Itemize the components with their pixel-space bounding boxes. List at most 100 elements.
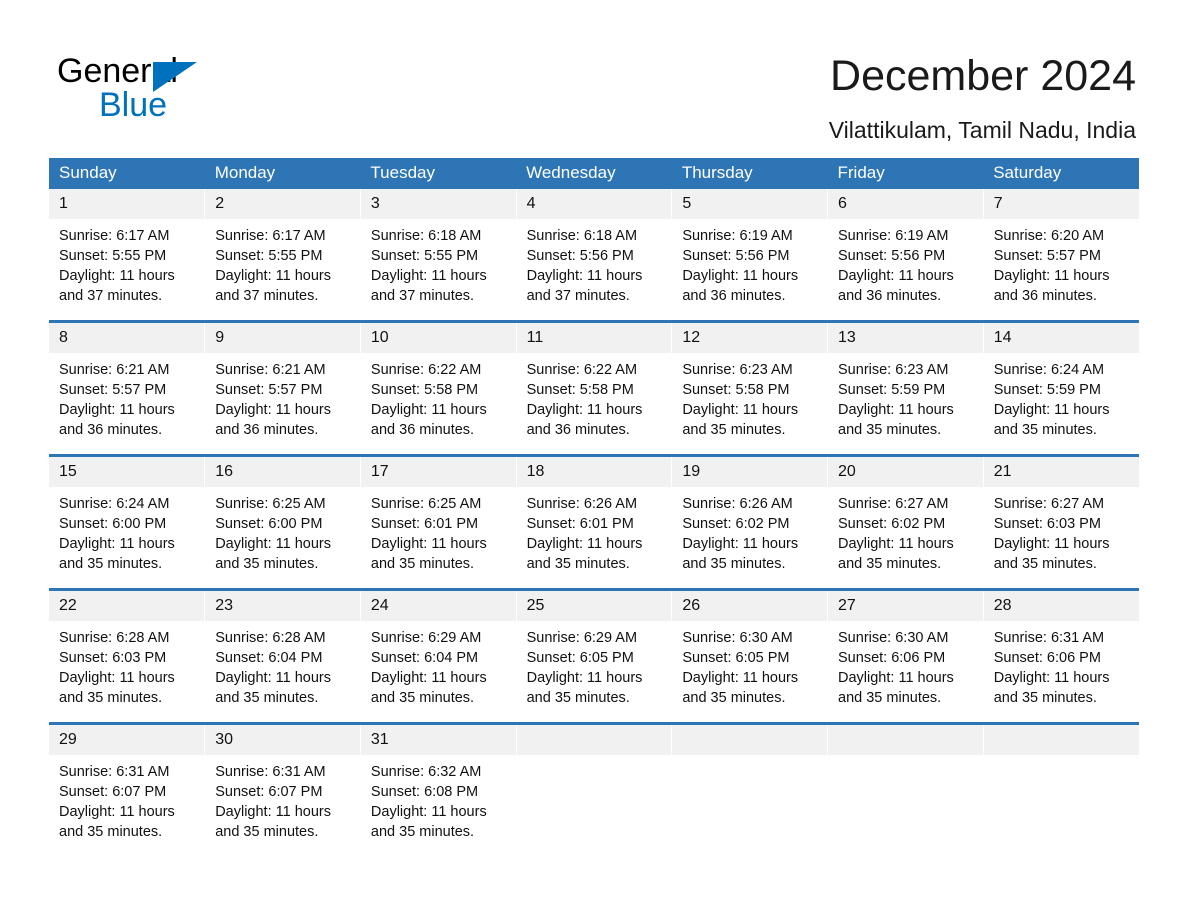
day-cell-empty [827,722,984,856]
daylight-text-line2: and 35 minutes. [682,422,786,438]
day-details: Sunrise: 6:29 AM Sunset: 6:05 PM Dayligh… [517,621,672,708]
daylight-text-line1: Daylight: 11 hours [526,268,643,284]
day-cell[interactable]: 3 Sunrise: 6:18 AM Sunset: 5:55 PM Dayli… [360,189,517,322]
daylight-text-line2: and 36 minutes. [838,288,942,304]
sunset-text: Sunset: 6:05 PM [526,650,634,666]
day-details: Sunrise: 6:19 AM Sunset: 5:56 PM Dayligh… [672,219,827,306]
day-cell[interactable]: 23 Sunrise: 6:28 AM Sunset: 6:04 PM Dayl… [204,588,361,724]
day-number: 14 [983,323,1139,353]
daylight-text-line2: and 35 minutes. [215,556,319,572]
day-number: 18 [516,457,672,487]
day-cell[interactable]: 22 Sunrise: 6:28 AM Sunset: 6:03 PM Dayl… [49,588,206,724]
day-number: 25 [516,591,672,621]
sunset-text: Sunset: 6:03 PM [993,516,1101,532]
sunrise-text: Sunrise: 6:31 AM [59,764,170,780]
day-number: 5 [672,189,828,219]
day-cell[interactable]: 2 Sunrise: 6:17 AM Sunset: 5:55 PM Dayli… [204,189,361,322]
day-cell[interactable]: 24 Sunrise: 6:29 AM Sunset: 6:04 PM Dayl… [360,588,517,724]
sunrise-text: Sunrise: 6:27 AM [838,496,949,512]
day-cell[interactable]: 19 Sunrise: 6:26 AM Sunset: 6:02 PM Dayl… [671,454,829,590]
day-details: Sunrise: 6:25 AM Sunset: 6:00 PM Dayligh… [205,487,360,574]
day-cell[interactable]: 9 Sunrise: 6:21 AM Sunset: 5:57 PM Dayli… [204,320,361,456]
sunset-text: Sunset: 6:08 PM [370,784,479,800]
daylight-text-line1: Daylight: 11 hours [59,670,175,686]
day-number: 11 [516,323,672,353]
daylight-text-line1: Daylight: 11 hours [838,536,954,552]
day-details: Sunrise: 6:23 AM Sunset: 5:59 PM Dayligh… [828,353,983,440]
day-cell[interactable]: 10 Sunrise: 6:22 AM Sunset: 5:58 PM Dayl… [360,320,517,456]
day-cell[interactable]: 16 Sunrise: 6:25 AM Sunset: 6:00 PM Dayl… [204,454,361,590]
daylight-text-line2: and 35 minutes. [59,690,163,706]
sunrise-text: Sunrise: 6:32 AM [370,764,482,780]
calendar-page: General Blue December 2024 Vilattikulam,… [0,0,1188,918]
day-details: Sunrise: 6:20 AM Sunset: 5:57 PM Dayligh… [984,219,1139,306]
day-cell-empty [516,722,673,856]
day-cell[interactable]: 26 Sunrise: 6:30 AM Sunset: 6:05 PM Dayl… [671,588,829,724]
day-details: Sunrise: 6:22 AM Sunset: 5:58 PM Dayligh… [361,353,516,440]
sunrise-text: Sunrise: 6:21 AM [215,362,326,378]
sunset-text: Sunset: 6:06 PM [838,650,946,666]
day-details: Sunrise: 6:31 AM Sunset: 6:07 PM Dayligh… [205,755,360,842]
day-details: Sunrise: 6:30 AM Sunset: 6:05 PM Dayligh… [672,621,827,708]
day-number: 22 [49,591,205,621]
day-cell[interactable]: 28 Sunrise: 6:31 AM Sunset: 6:06 PM Dayl… [983,588,1139,724]
day-cell[interactable]: 1 Sunrise: 6:17 AM Sunset: 5:55 PM Dayli… [49,189,206,322]
day-cell[interactable]: 21 Sunrise: 6:27 AM Sunset: 6:03 PM Dayl… [983,454,1139,590]
daylight-text-line1: Daylight: 11 hours [59,402,175,418]
sunset-text: Sunset: 5:58 PM [526,382,634,398]
day-cell[interactable]: 4 Sunrise: 6:18 AM Sunset: 5:56 PM Dayli… [516,189,673,322]
day-cell[interactable]: 27 Sunrise: 6:30 AM Sunset: 6:06 PM Dayl… [827,588,984,724]
sunset-text: Sunset: 6:02 PM [682,516,790,532]
day-cell[interactable]: 18 Sunrise: 6:26 AM Sunset: 6:01 PM Dayl… [516,454,673,590]
day-number: 27 [828,591,983,621]
day-cell[interactable]: 11 Sunrise: 6:22 AM Sunset: 5:58 PM Dayl… [516,320,673,456]
logo-text-general: General [57,52,178,90]
day-number: 15 [49,457,205,487]
day-cell[interactable]: 20 Sunrise: 6:27 AM Sunset: 6:02 PM Dayl… [827,454,984,590]
sunset-text: Sunset: 5:55 PM [370,248,479,264]
sunset-text: Sunset: 6:06 PM [993,650,1101,666]
daylight-text-line1: Daylight: 11 hours [682,670,799,686]
day-cell[interactable]: 12 Sunrise: 6:23 AM Sunset: 5:58 PM Dayl… [671,320,829,456]
day-cell[interactable]: 13 Sunrise: 6:23 AM Sunset: 5:59 PM Dayl… [827,320,984,456]
daylight-text-line2: and 35 minutes. [993,556,1097,572]
day-cell[interactable]: 30 Sunrise: 6:31 AM Sunset: 6:07 PM Dayl… [204,722,361,856]
sunrise-text: Sunrise: 6:19 AM [838,228,949,244]
day-cell[interactable]: 7 Sunrise: 6:20 AM Sunset: 5:57 PM Dayli… [983,189,1139,322]
daylight-text-line2: and 36 minutes. [370,422,475,438]
sunset-text: Sunset: 5:59 PM [838,382,946,398]
daylight-text-line2: and 35 minutes. [370,690,475,706]
sunset-text: Sunset: 6:07 PM [215,784,323,800]
sunset-text: Sunset: 6:00 PM [215,516,323,532]
daylight-text-line1: Daylight: 11 hours [370,268,487,284]
day-cell[interactable]: 8 Sunrise: 6:21 AM Sunset: 5:57 PM Dayli… [49,320,206,456]
day-number: 30 [205,725,360,755]
sunset-text: Sunset: 5:57 PM [59,382,167,398]
daylight-text-line2: and 36 minutes. [215,422,319,438]
daylight-text-line2: and 35 minutes. [215,690,319,706]
day-cell[interactable]: 25 Sunrise: 6:29 AM Sunset: 6:05 PM Dayl… [516,588,673,724]
day-number [672,725,828,755]
daylight-text-line1: Daylight: 11 hours [526,670,643,686]
daylight-text-line1: Daylight: 11 hours [370,670,487,686]
day-cell[interactable]: 5 Sunrise: 6:19 AM Sunset: 5:56 PM Dayli… [671,189,829,322]
day-cell[interactable]: 15 Sunrise: 6:24 AM Sunset: 6:00 PM Dayl… [49,454,206,590]
day-details: Sunrise: 6:17 AM Sunset: 5:55 PM Dayligh… [205,219,360,306]
daylight-text-line2: and 35 minutes. [215,824,319,840]
calendar-week-row: 8 Sunrise: 6:21 AM Sunset: 5:57 PM Dayli… [49,320,1139,456]
day-number: 31 [360,725,516,755]
sunset-text: Sunset: 5:59 PM [993,382,1101,398]
day-number [983,725,1139,755]
day-number: 2 [205,189,360,219]
weekday-header-thursday: Thursday [671,158,828,189]
daylight-text-line1: Daylight: 11 hours [59,536,175,552]
daylight-text-line2: and 36 minutes. [526,422,630,438]
day-cell[interactable]: 17 Sunrise: 6:25 AM Sunset: 6:01 PM Dayl… [360,454,517,590]
day-details: Sunrise: 6:28 AM Sunset: 6:03 PM Dayligh… [49,621,204,708]
sunrise-text: Sunrise: 6:21 AM [59,362,170,378]
day-cell[interactable]: 14 Sunrise: 6:24 AM Sunset: 5:59 PM Dayl… [983,320,1139,456]
day-cell[interactable]: 31 Sunrise: 6:32 AM Sunset: 6:08 PM Dayl… [360,722,517,856]
day-cell[interactable]: 29 Sunrise: 6:31 AM Sunset: 6:07 PM Dayl… [49,722,206,856]
day-cell-empty [671,722,829,856]
day-cell[interactable]: 6 Sunrise: 6:19 AM Sunset: 5:56 PM Dayli… [827,189,984,322]
